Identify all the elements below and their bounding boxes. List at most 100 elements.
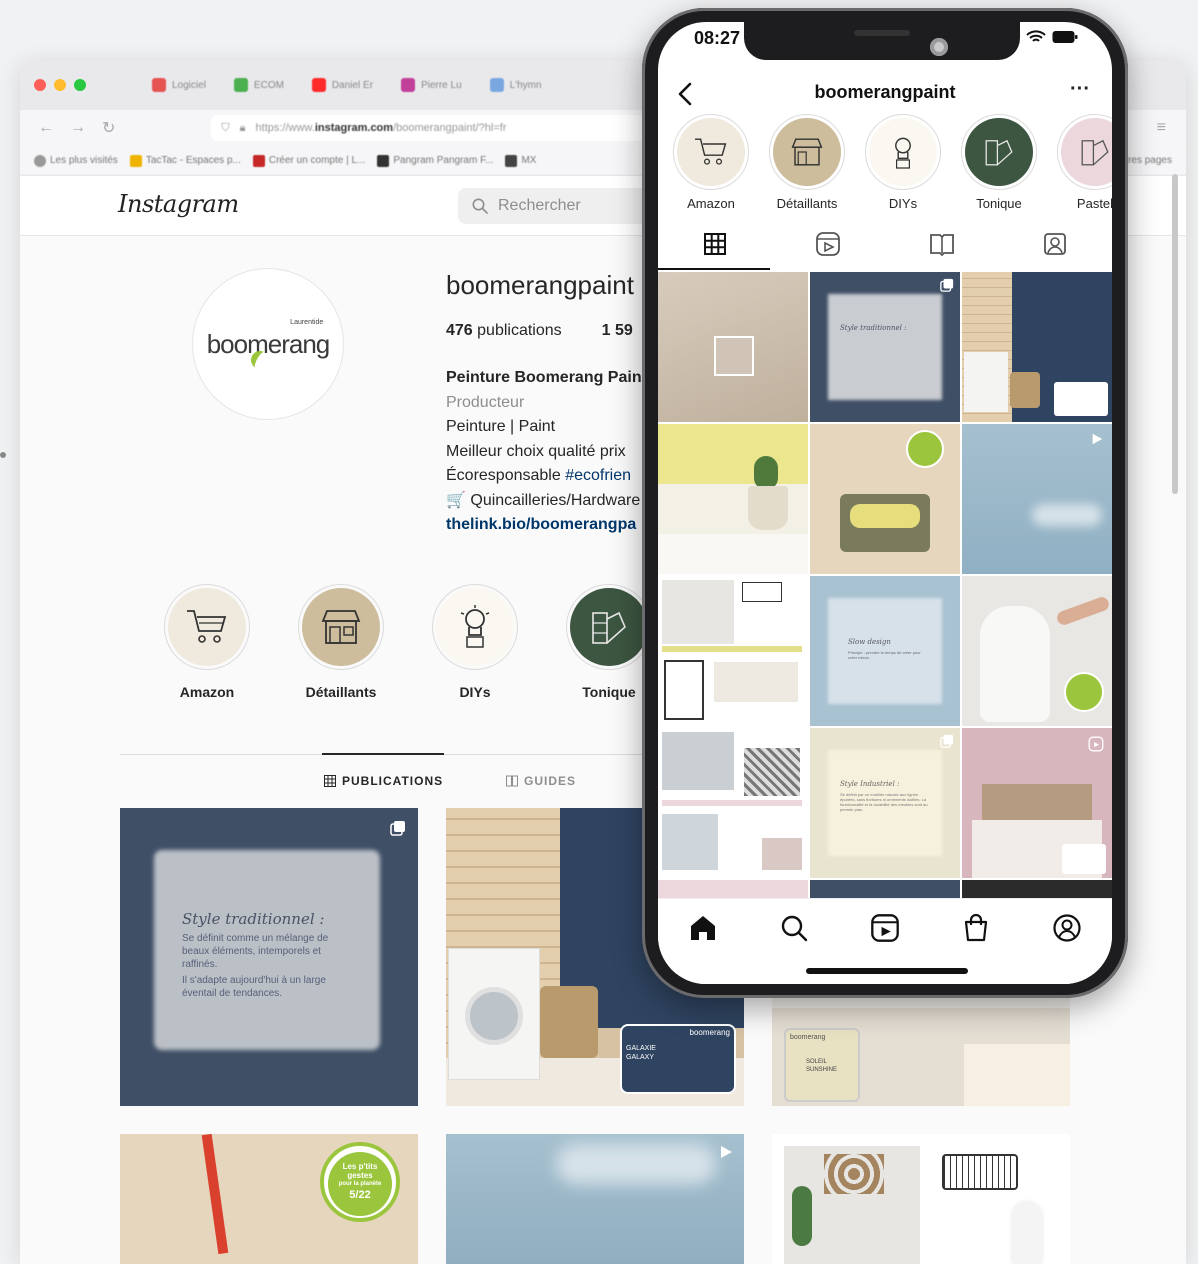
video-play-icon (721, 1146, 732, 1158)
tab-guides[interactable] (885, 218, 999, 270)
color-swatch-icon (1081, 139, 1109, 166)
tab-reels[interactable] (772, 218, 886, 270)
home-indicator[interactable] (806, 968, 968, 974)
status-icons (1026, 30, 1078, 44)
bookmark-item[interactable]: Pangram Pangram F... (377, 154, 493, 167)
grid-post-cactus[interactable] (658, 424, 808, 574)
storefront-icon (321, 610, 361, 644)
grid-post[interactable] (658, 880, 808, 898)
highlight-diys[interactable]: DIYs (430, 584, 520, 700)
menu-icon[interactable]: ≡ (1157, 119, 1166, 137)
post-desk-moodboard[interactable] (772, 1134, 1070, 1264)
profile-bio: Peinture Boomerang Pain Producteur Peint… (446, 366, 642, 538)
phone-profile-username: boomerangpaint (814, 82, 956, 102)
post-petits-gestes[interactable]: Les p'tits gestes pour la planète 5/22 (120, 1134, 418, 1264)
reels-icon[interactable] (870, 913, 900, 943)
shopping-bag-icon[interactable] (961, 913, 991, 943)
url-text: https://www.instagram.com/boomerangpaint… (255, 122, 507, 134)
paint-can-galaxy: GALAXIE GALAXY boomerang (622, 1026, 734, 1092)
bio-line: Meilleur choix qualité prix (446, 442, 626, 460)
forward-arrow-icon[interactable]: → (70, 119, 86, 137)
laundry-basket (540, 986, 598, 1058)
bookmark-item[interactable]: Les plus visités (34, 154, 118, 167)
grid-post-roller[interactable] (810, 424, 960, 574)
tab-guides[interactable]: GUIDES (506, 774, 576, 788)
search-icon[interactable] (779, 913, 809, 943)
bookmark-item[interactable]: Créer un compte | L... (252, 154, 365, 167)
grid-post-traditionnel[interactable]: Style traditionnel : (810, 272, 960, 422)
highlight-detaillants[interactable]: Détaillants (296, 584, 386, 700)
hashtag-link[interactable]: #ecofrien (565, 467, 631, 484)
search-icon (472, 198, 488, 214)
tab-grid[interactable] (658, 218, 772, 270)
lock-icon: 🔒︎ (239, 121, 246, 134)
tab-favicon-icon (311, 78, 326, 92)
washing-machine (448, 948, 540, 1080)
phone-highlight-amazon[interactable]: Amazon (666, 114, 756, 211)
highlight-amazon[interactable]: Amazon (162, 584, 252, 700)
browser-tab[interactable]: L'hymn (480, 70, 552, 100)
browser-tab[interactable]: Logiciel (142, 70, 216, 100)
phone-mockup: 08:27 boomerangpaint ··· Amazon Détailla… (642, 8, 1128, 998)
post-style-traditionnel[interactable]: Style traditionnel : Se définit comme un… (120, 808, 418, 1106)
guide-book-icon (929, 234, 954, 257)
grid-post-laundry[interactable] (962, 272, 1112, 422)
profile-picture[interactable]: Laurentide boomerang (192, 268, 344, 420)
maximize-window-button[interactable] (74, 79, 86, 91)
publications-count[interactable]: 476 publications (446, 322, 562, 340)
browser-tab[interactable]: Pierre Lu (391, 70, 472, 100)
brand-logo: Laurentide boomerang (207, 319, 330, 372)
bio-link[interactable]: thelink.bio/boomerangpa (446, 513, 642, 538)
phone-highlight-tonique[interactable]: Tonique (954, 114, 1044, 211)
browser-tab[interactable]: Daniel Er (302, 70, 383, 100)
profile-stats: 476 publications 1 59 (446, 322, 633, 340)
grid-post[interactable] (810, 880, 960, 898)
bookmark-item[interactable]: TacTac - Espaces p... (129, 154, 241, 167)
bio-line: Écoresponsable #ecofrien (446, 467, 632, 484)
instagram-logo[interactable]: Instagram (118, 190, 239, 218)
grid-post-sky[interactable] (962, 424, 1112, 574)
grid-post-cat[interactable] (962, 576, 1112, 726)
active-tab-indicator (322, 753, 444, 755)
scrollbar[interactable] (1172, 174, 1178, 494)
tab-favicon-icon (401, 78, 416, 92)
grid-post-bedroom-moodboard[interactable] (658, 728, 808, 878)
bullet-dot (0, 452, 6, 458)
tab-favicon-icon (152, 78, 166, 92)
phone-notch (744, 22, 1020, 60)
vase (1012, 1202, 1042, 1264)
post-sky-video[interactable] (446, 1134, 744, 1264)
minimize-window-button[interactable] (54, 79, 66, 91)
wire-basket (942, 1154, 1018, 1190)
storefront-icon (791, 138, 823, 166)
grid-post-pink-bedroom[interactable] (962, 728, 1112, 878)
close-window-button[interactable] (34, 79, 46, 91)
more-options-icon[interactable]: ··· (1070, 78, 1090, 101)
phone-profile-tabs (658, 218, 1112, 270)
back-arrow-icon[interactable]: ← (38, 119, 54, 137)
phone-highlight-pastel[interactable]: Pastel (1050, 114, 1112, 211)
followers-count[interactable]: 1 59 (602, 322, 633, 340)
highlight-tonique[interactable]: Tonique (564, 584, 654, 700)
guide-icon (506, 775, 518, 787)
bookmark-item[interactable]: MX (505, 154, 536, 167)
bookmark-favicon-icon (252, 154, 265, 167)
browser-tab[interactable]: ECOM (224, 70, 294, 100)
home-icon[interactable] (688, 913, 718, 943)
grid-post-industriel[interactable]: Style Industriel : Se définit par un mob… (810, 728, 960, 878)
bio-line: Peinture | Paint (446, 418, 556, 435)
wifi-icon (1026, 30, 1046, 42)
grid-post-moodboard[interactable] (658, 576, 808, 726)
phone-posts-grid: Style traditionnel : Slow design Princip… (658, 272, 1112, 898)
reels-icon (816, 232, 841, 256)
shopping-cart-icon (695, 138, 727, 165)
grid-post-sand[interactable] (658, 272, 808, 422)
phone-highlight-diys[interactable]: DIYs (858, 114, 948, 211)
profile-avatar-icon[interactable] (1052, 913, 1082, 943)
phone-highlight-detaillants[interactable]: Détaillants (762, 114, 852, 211)
reload-icon[interactable]: ↻ (102, 118, 115, 138)
grid-post-slow-design[interactable]: Slow design Principe : prendre le temps … (810, 576, 960, 726)
grid-post[interactable] (962, 880, 1112, 898)
tab-publications[interactable]: PUBLICATIONS (324, 774, 443, 788)
tab-tagged[interactable] (999, 218, 1113, 270)
